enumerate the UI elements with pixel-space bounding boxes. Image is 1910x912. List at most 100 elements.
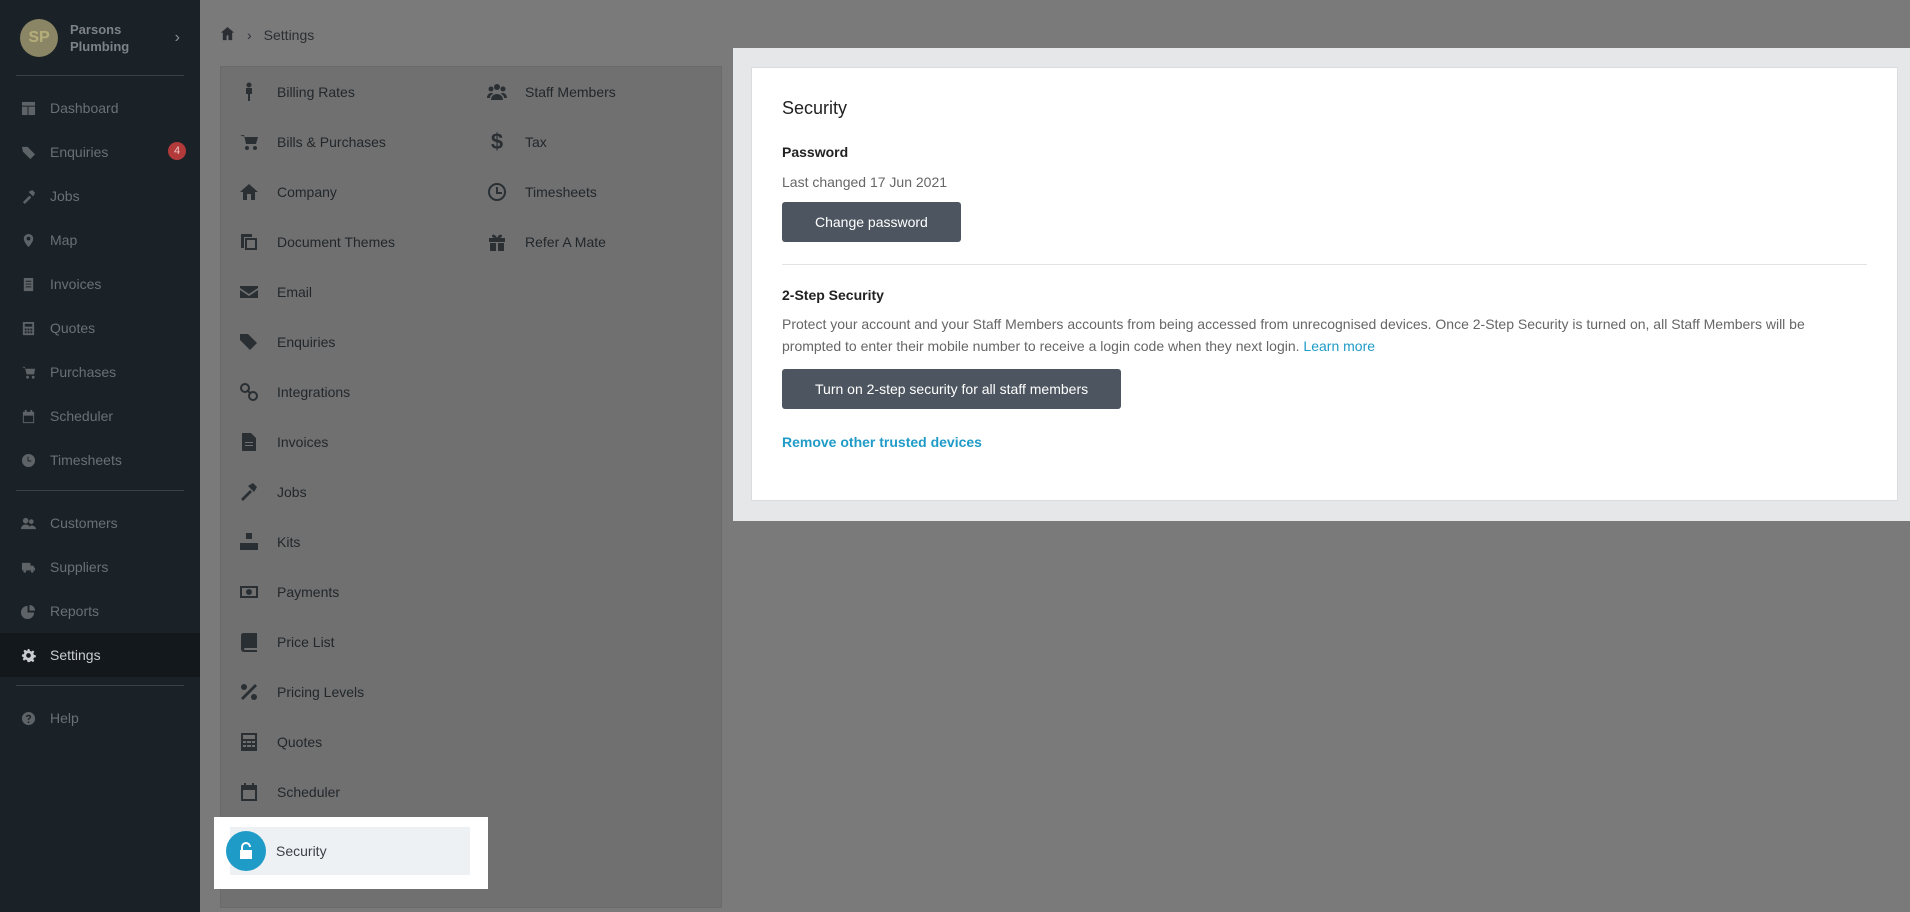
settings-item-label: Bills & Purchases: [277, 134, 386, 150]
sidebar-item-label: Enquiries: [50, 144, 109, 160]
sidebar-item-help[interactable]: Help: [0, 696, 200, 740]
sidebar-item-label: Purchases: [50, 364, 117, 380]
settings-item-quotes[interactable]: Quotes: [237, 717, 395, 767]
settings-item-scheduler[interactable]: Scheduler: [237, 767, 395, 817]
sidebar-nav-help: Help: [0, 694, 200, 740]
settings-item-label: Jobs: [277, 484, 307, 500]
sidebar-item-quotes[interactable]: Quotes: [0, 306, 200, 350]
sidebar-item-timesheets[interactable]: Timesheets: [0, 438, 200, 482]
sidebar-item-reports[interactable]: Reports: [0, 589, 200, 633]
sidebar-divider: [16, 490, 184, 491]
gift-icon: [485, 230, 509, 254]
sidebar-item-purchases[interactable]: Purchases: [0, 350, 200, 394]
sidebar-item-map[interactable]: Map: [0, 218, 200, 262]
settings-item-label: Security: [276, 843, 327, 859]
pie-chart-icon: [20, 603, 36, 619]
two-step-description: Protect your account and your Staff Memb…: [782, 313, 1867, 357]
copy-icon: [237, 230, 261, 254]
sidebar-item-jobs[interactable]: Jobs: [0, 174, 200, 218]
sidebar-item-invoices[interactable]: Invoices: [0, 262, 200, 306]
sidebar-item-settings[interactable]: Settings: [0, 633, 200, 677]
settings-item-jobs[interactable]: Jobs: [237, 467, 395, 517]
settings-menu: Billing Rates Bills & Purchases Company …: [220, 66, 722, 908]
calculator-icon: [237, 730, 261, 754]
sidebar-nav-primary: Dashboard Enquiries 4 Jobs Map Invoices …: [0, 76, 200, 482]
settings-item-label: Billing Rates: [277, 84, 355, 100]
settings-item-label: Scheduler: [277, 784, 341, 800]
enquiries-count-badge: 4: [168, 142, 186, 160]
two-step-heading: 2-Step Security: [782, 287, 884, 303]
settings-item-label: Timesheets: [525, 184, 597, 200]
password-heading: Password: [782, 144, 849, 160]
dollar-icon: $: [490, 129, 504, 154]
change-password-button[interactable]: Change password: [782, 202, 961, 242]
cart-icon: [20, 364, 36, 380]
settings-menu-column-1: Billing Rates Bills & Purchases Company …: [237, 67, 395, 817]
settings-item-kits[interactable]: Kits: [237, 517, 395, 567]
sidebar-item-scheduler[interactable]: Scheduler: [0, 394, 200, 438]
settings-item-label: Payments: [277, 584, 340, 600]
tags-icon: [20, 144, 36, 160]
money-icon: [237, 580, 261, 604]
settings-item-security-highlight: Security: [214, 817, 488, 889]
cart-icon: [237, 130, 261, 154]
link-icon: [237, 380, 261, 404]
settings-item-pricing-levels[interactable]: Pricing Levels: [237, 667, 395, 717]
settings-item-label: Quotes: [277, 734, 323, 750]
sidebar-item-label: Invoices: [50, 276, 102, 292]
home-icon: [237, 180, 261, 204]
cubes-icon: [237, 530, 261, 554]
settings-item-staff-members[interactable]: Staff Members: [485, 67, 616, 117]
settings-item-label: Invoices: [277, 434, 329, 450]
settings-item-price-list[interactable]: Price List: [237, 617, 395, 667]
settings-item-integrations[interactable]: Integrations: [237, 367, 395, 417]
sidebar-item-label: Suppliers: [50, 559, 109, 575]
turn-on-two-step-button[interactable]: Turn on 2-step security for all staff me…: [782, 369, 1122, 409]
security-card: Security Password Last changed 17 Jun 20…: [751, 67, 1898, 501]
sidebar-item-enquiries[interactable]: Enquiries 4: [0, 130, 200, 174]
sidebar-item-customers[interactable]: Customers: [0, 501, 200, 545]
person-icon: [237, 80, 261, 104]
file-icon: [237, 430, 261, 454]
settings-item-document-themes[interactable]: Document Themes: [237, 217, 395, 267]
settings-item-company[interactable]: Company: [237, 167, 395, 217]
settings-item-refer-a-mate[interactable]: Refer A Mate: [485, 217, 616, 267]
settings-item-security[interactable]: Security: [226, 827, 470, 875]
home-icon[interactable]: [220, 26, 235, 44]
clock-icon: [485, 180, 509, 204]
remove-trusted-devices-link[interactable]: Remove other trusted devices: [782, 434, 1867, 450]
sidebar-item-suppliers[interactable]: Suppliers: [0, 545, 200, 589]
unlock-icon: [226, 831, 266, 871]
settings-item-tax[interactable]: $ Tax: [485, 117, 616, 167]
settings-item-label: Enquiries: [277, 334, 336, 350]
sidebar-item-label: Map: [50, 232, 78, 248]
book-icon: [237, 630, 261, 654]
settings-item-label: Price List: [277, 634, 335, 650]
sidebar-item-label: Timesheets: [50, 452, 122, 468]
settings-item-label: Integrations: [277, 384, 351, 400]
sidebar-item-label: Jobs: [50, 188, 80, 204]
settings-item-bills-purchases[interactable]: Bills & Purchases: [237, 117, 395, 167]
chevron-right-icon: ›: [247, 27, 252, 43]
sidebar-item-label: Help: [50, 710, 79, 726]
learn-more-link[interactable]: Learn more: [1303, 338, 1375, 354]
password-last-changed: Last changed 17 Jun 2021: [782, 174, 948, 190]
settings-item-billing-rates[interactable]: Billing Rates: [237, 67, 395, 117]
settings-item-email[interactable]: Email: [237, 267, 395, 317]
breadcrumb-current: Settings: [263, 27, 315, 43]
settings-item-label: Document Themes: [277, 234, 396, 250]
calendar-icon: [20, 408, 36, 424]
brand-switcher[interactable]: SP Parsons Plumbing ›: [16, 0, 184, 76]
settings-item-timesheets[interactable]: Timesheets: [485, 167, 616, 217]
settings-item-label: Email: [277, 284, 313, 300]
settings-item-label: Kits: [277, 534, 301, 550]
settings-item-enquiries[interactable]: Enquiries: [237, 317, 395, 367]
sidebar-item-dashboard[interactable]: Dashboard: [0, 86, 200, 130]
avatar: SP: [20, 18, 58, 57]
two-step-text: Protect your account and your Staff Memb…: [782, 316, 1805, 354]
breadcrumb: › Settings: [220, 26, 314, 44]
help-icon: [20, 710, 36, 726]
settings-item-payments[interactable]: Payments: [237, 567, 395, 617]
sidebar-item-label: Quotes: [50, 320, 96, 336]
settings-item-invoices[interactable]: Invoices: [237, 417, 395, 467]
